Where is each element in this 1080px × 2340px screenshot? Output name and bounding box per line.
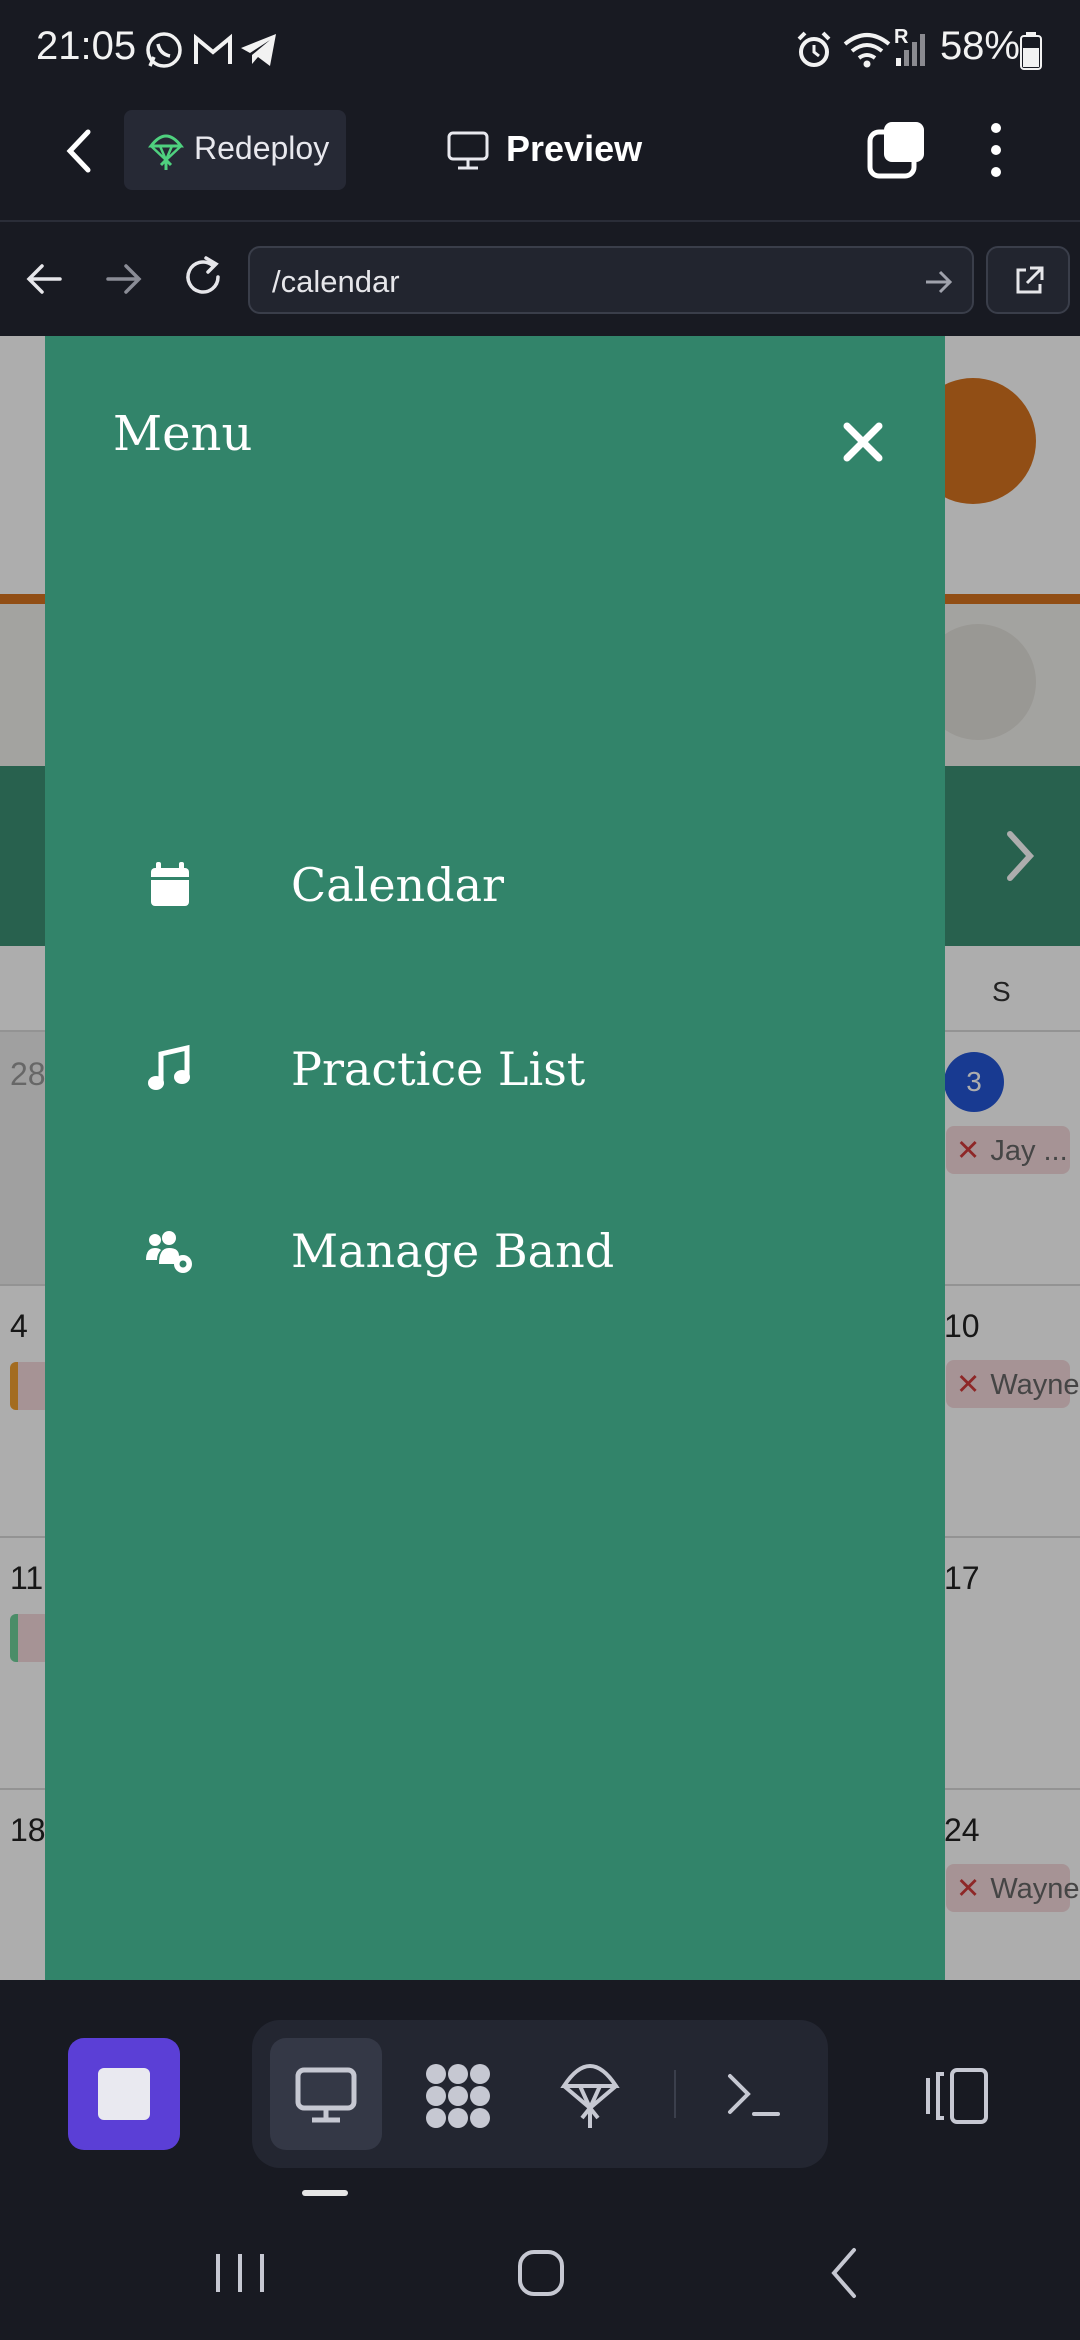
monitor-icon — [447, 131, 489, 170]
battery-icon — [1020, 32, 1042, 70]
terminal-icon[interactable] — [726, 2070, 782, 2118]
menu-item-label: Practice List — [291, 1042, 586, 1096]
alarm-icon — [797, 31, 831, 67]
menu-item-label: Manage Band — [291, 1224, 615, 1278]
deploy-icon[interactable] — [560, 2056, 620, 2132]
url-text: /calendar — [272, 264, 400, 299]
menu-item-manage-band[interactable]: Manage Band — [145, 1200, 845, 1300]
more-options-icon[interactable] — [984, 120, 1008, 180]
bottom-toolbar — [0, 1980, 1080, 2200]
preview-label: Preview — [506, 128, 643, 169]
preview-toggle[interactable]: Preview — [440, 110, 660, 190]
whatsapp-icon — [146, 32, 182, 68]
tabs-icon[interactable] — [866, 120, 926, 180]
battery-percent: 58% — [939, 24, 1020, 68]
users-gear-icon — [146, 1231, 192, 1273]
telegram-icon — [241, 34, 276, 66]
close-icon[interactable] — [835, 414, 891, 470]
url-field[interactable]: /calendar — [248, 246, 974, 314]
system-back-icon[interactable] — [826, 2246, 862, 2300]
preview-tool-button[interactable] — [270, 2038, 382, 2150]
external-link-icon — [1016, 266, 1044, 294]
recent-apps-icon[interactable] — [212, 2250, 268, 2296]
active-tab-indicator — [302, 2190, 348, 2196]
modules-icon[interactable] — [422, 2060, 494, 2132]
home-icon[interactable] — [516, 2248, 566, 2298]
redeploy-label: Redeploy — [194, 130, 330, 166]
stop-icon — [98, 2068, 150, 2120]
menu-title: Menu — [113, 406, 253, 462]
browser-back-icon[interactable] — [24, 258, 66, 300]
menu-item-label: Calendar — [291, 858, 505, 912]
parachute-icon — [148, 134, 184, 170]
wifi-icon — [843, 33, 891, 68]
gmail-icon — [194, 33, 232, 64]
system-nav-bar — [0, 2200, 1080, 2340]
menu-item-calendar[interactable]: Calendar — [145, 834, 845, 934]
tool-group — [252, 2020, 828, 2168]
open-external-button[interactable] — [986, 246, 1070, 314]
web-content: S 28 3 ✕ Jay ... 4 10 ✕ Wayne 11 17 18 24 … — [0, 336, 1080, 1980]
calendar-icon — [151, 862, 189, 906]
status-time: 21:05 — [36, 24, 137, 68]
panel-toggle-icon[interactable] — [922, 2066, 990, 2126]
go-arrow-icon[interactable] — [922, 266, 954, 298]
redeploy-button[interactable]: Redeploy — [124, 110, 346, 190]
nav-drawer: Menu Calendar Practice List Manage Band — [45, 336, 945, 1980]
toolbar-divider — [674, 2070, 676, 2118]
music-note-icon — [148, 1044, 190, 1090]
app-header: Redeploy Preview — [0, 100, 1080, 222]
menu-item-practice-list[interactable]: Practice List — [145, 1018, 845, 1118]
browser-forward-icon[interactable] — [102, 258, 144, 300]
reload-icon[interactable] — [180, 254, 226, 300]
signal-icon — [896, 34, 925, 66]
status-bar: 21:05 R 58% — [0, 0, 1080, 100]
back-arrow-icon[interactable] — [60, 126, 100, 176]
stop-button[interactable] — [68, 2038, 180, 2150]
monitor-icon — [295, 2067, 357, 2123]
browser-nav-bar: /calendar — [0, 222, 1080, 336]
